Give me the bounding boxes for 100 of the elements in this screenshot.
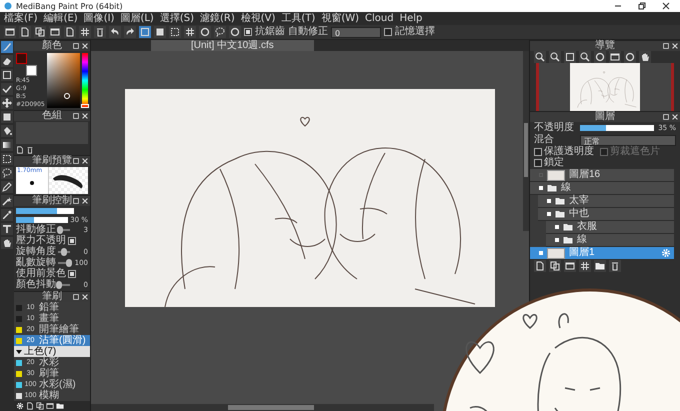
toolbar-button[interactable] (34, 26, 46, 38)
slider-thumb[interactable] (56, 226, 63, 234)
layer-row[interactable]: 線 (546, 234, 674, 247)
visibility-marker[interactable] (539, 186, 543, 190)
option-checkbox[interactable] (534, 159, 542, 167)
tool-button[interactable] (1, 139, 13, 151)
correction-dropdown[interactable]: 0 (331, 26, 381, 38)
dashed-square-icon (170, 27, 180, 37)
menu-item[interactable]: 圖層(L) (120, 12, 154, 24)
menu-item[interactable]: 編輯(E) (44, 12, 78, 24)
visibility-marker[interactable] (547, 212, 551, 216)
layer-row[interactable]: 圖層16 (530, 169, 674, 182)
visibility-marker[interactable] (555, 238, 559, 242)
menu-item[interactable]: 檔案(F) (4, 12, 38, 24)
toolbar-button[interactable] (154, 26, 166, 38)
tool-button[interactable] (1, 111, 13, 123)
option-checkbox[interactable] (534, 148, 542, 156)
layer-row[interactable]: 太宰 (538, 195, 674, 208)
layer-tool-button[interactable] (534, 260, 546, 272)
slider-thumb[interactable] (56, 281, 62, 289)
menu-item[interactable]: Cloud (365, 12, 394, 24)
slider-thumb[interactable] (61, 248, 67, 256)
menu-item[interactable]: 工具(T) (281, 12, 316, 24)
lasso-icon (2, 168, 12, 178)
visibility-marker[interactable] (539, 251, 543, 255)
brush-group[interactable]: 上色(7) (14, 346, 90, 357)
hue-slider-thumb[interactable] (81, 104, 89, 108)
layer-tool-button[interactable] (564, 260, 576, 272)
layer-tool-button[interactable] (579, 260, 591, 272)
navigator-button[interactable] (609, 51, 621, 63)
tool-button[interactable] (1, 167, 13, 179)
setting-checkbox[interactable] (68, 270, 76, 278)
color-picker-square[interactable] (47, 53, 80, 108)
navigator-button[interactable] (534, 51, 546, 63)
background-swatch[interactable] (26, 65, 37, 76)
menu-item[interactable]: 檢視(V) (240, 12, 276, 24)
menu-item[interactable]: Help (400, 12, 422, 24)
toolbar-button[interactable] (169, 26, 181, 38)
redo-button[interactable] (124, 26, 136, 38)
tool-button[interactable] (1, 195, 13, 207)
navigator-preview[interactable] (536, 63, 674, 111)
tool-button[interactable] (1, 69, 13, 81)
layer-row[interactable]: 線 (530, 182, 674, 195)
horizontal-scrollbar[interactable] (91, 404, 434, 411)
opacity-track[interactable] (580, 125, 654, 131)
undo-button[interactable] (109, 26, 121, 38)
toolbar-button[interactable] (4, 26, 16, 38)
restore-icon[interactable] (638, 2, 646, 10)
tool-button[interactable] (1, 83, 13, 95)
copy-icon (36, 402, 44, 410)
menu-item[interactable]: 圖像(I) (84, 12, 114, 24)
tool-button[interactable] (1, 181, 13, 193)
navigator-button[interactable] (564, 51, 576, 63)
memory-checkbox[interactable] (384, 28, 392, 36)
close-icon[interactable] (662, 2, 670, 10)
vertical-scrollbar[interactable] (523, 51, 529, 231)
navigator-button[interactable] (549, 51, 561, 63)
toolbar-button[interactable] (49, 26, 61, 38)
navigator-button[interactable] (639, 51, 651, 63)
visibility-marker[interactable] (555, 225, 559, 229)
menu-item[interactable]: 選擇(S) (160, 12, 194, 24)
tool-button[interactable] (1, 97, 13, 109)
picker-cursor[interactable] (64, 92, 70, 99)
slider-track[interactable] (16, 208, 74, 214)
navigator-button[interactable] (594, 51, 606, 63)
foreground-swatch[interactable] (16, 53, 27, 64)
layer-tool-button[interactable] (594, 260, 606, 272)
toolbar-button[interactable] (79, 26, 91, 38)
toolbar-button[interactable] (229, 26, 241, 38)
toolbar-button[interactable] (214, 26, 226, 38)
tool-button[interactable] (1, 209, 13, 221)
tool-button[interactable] (1, 125, 13, 137)
tool-button[interactable] (1, 237, 13, 249)
tool-button[interactable] (1, 223, 13, 235)
tool-button[interactable] (1, 55, 13, 67)
navigator-button[interactable] (624, 51, 636, 63)
visibility-marker[interactable] (547, 199, 551, 203)
gear-icon (661, 248, 671, 258)
toolbar-button[interactable] (94, 26, 106, 38)
slider-thumb[interactable] (66, 259, 72, 267)
slider-track[interactable] (16, 217, 68, 223)
layer-row[interactable]: 衣服 (546, 221, 674, 234)
new-page-icon (65, 27, 75, 37)
blend-dropdown[interactable]: 正常 (580, 134, 676, 146)
layer-row[interactable]: 中也 (538, 208, 674, 221)
navigator-button[interactable] (579, 51, 591, 63)
tool-button[interactable] (1, 153, 13, 165)
setting-checkbox[interactable] (68, 237, 76, 245)
document-tab[interactable]: [Unit] 中文10週.cfs (151, 40, 314, 51)
toolbar-button[interactable] (199, 26, 211, 38)
layer-tool-button[interactable] (609, 260, 621, 272)
toolbar-button[interactable] (184, 26, 196, 38)
toolbar-button[interactable] (19, 26, 31, 38)
layer-tool-button[interactable] (549, 260, 561, 272)
hue-slider[interactable] (82, 53, 88, 108)
antialias-checkbox[interactable] (244, 28, 252, 36)
menu-item[interactable]: 濾鏡(R) (200, 12, 235, 24)
menu-item[interactable]: 視窗(W) (321, 12, 360, 24)
gear-icon (16, 402, 24, 410)
toolbar-button[interactable] (64, 26, 76, 38)
